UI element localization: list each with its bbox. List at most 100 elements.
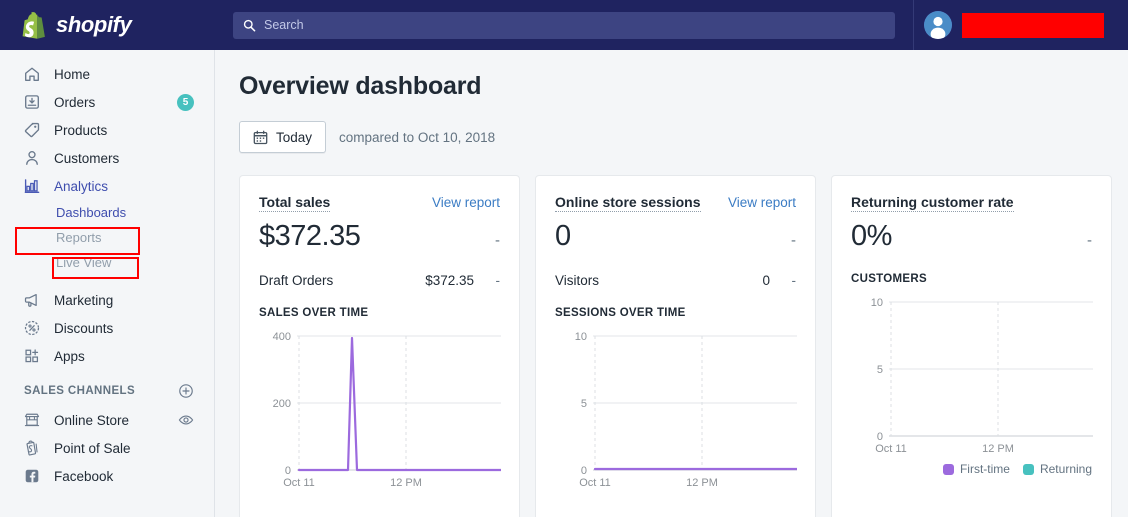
sales-channels-header: SALES CHANNELS [0, 376, 214, 406]
sidebar-item-products[interactable]: Products [0, 116, 214, 144]
store-name-redacted [962, 12, 1104, 38]
search-input[interactable]: Search [233, 11, 895, 39]
card-title: Returning customer rate [851, 194, 1014, 212]
legend-item-first-time: First-time [942, 462, 1010, 476]
sidebar-item-customers[interactable]: Customers [0, 144, 214, 172]
sidebar-item-orders[interactable]: Orders 5 [0, 88, 214, 116]
sidebar-item-label: Point of Sale [54, 440, 131, 456]
sidebar-item-home[interactable]: Home [0, 60, 214, 88]
sidebar-item-label: Facebook [54, 468, 114, 484]
shopping-bag-icon [22, 11, 47, 39]
secondary-metric-value: 0 [762, 273, 770, 288]
legend-swatch-returning [1022, 463, 1034, 475]
sales-over-time-chart: 400 200 0 Oct 11 12 PM [259, 325, 501, 490]
view-report-link[interactable]: View report [728, 195, 796, 210]
customer-person-icon [22, 149, 41, 168]
primary-metric-delta: - [495, 232, 500, 249]
primary-metric-row: 0 - [555, 220, 796, 253]
sidebar-item-facebook[interactable]: Facebook [0, 462, 214, 490]
secondary-metric-row: Visitors 0 - [555, 273, 796, 288]
secondary-metric-value: $372.35 [425, 273, 474, 288]
svg-text:400: 400 [273, 331, 291, 343]
search-icon [243, 19, 256, 32]
sidebar-subitem-live-view[interactable]: Live View [0, 250, 214, 275]
search-area: Search [215, 11, 913, 39]
sidebar-item-label: Home [54, 66, 91, 82]
card-online-store-sessions: Online store sessions View report 0 - Vi… [535, 175, 816, 517]
legend-item-returning: Returning [1022, 462, 1092, 476]
account-area[interactable] [913, 0, 1128, 50]
svg-text:5: 5 [581, 398, 587, 410]
svg-text:200: 200 [273, 398, 291, 410]
customers-over-time-chart: 10 5 0 Oct 11 12 PM [851, 291, 1093, 456]
primary-metric-row: $372.35 - [259, 220, 500, 253]
primary-metric-delta: - [1087, 232, 1092, 249]
svg-text:Oct 11: Oct 11 [875, 443, 907, 455]
card-header: Returning customer rate [851, 194, 1092, 212]
date-range-button[interactable]: Today [239, 121, 327, 153]
sidebar-item-apps[interactable]: Apps [0, 342, 214, 370]
primary-metric-row: 0% - [851, 220, 1092, 253]
sidebar-subitem-dashboards[interactable]: Dashboards [0, 200, 214, 225]
sidebar-item-marketing[interactable]: Marketing [0, 286, 214, 314]
secondary-metric-name: Visitors [555, 273, 600, 288]
sidebar-subitem-reports[interactable]: Reports [0, 225, 214, 250]
shopify-logo[interactable]: shopify [0, 0, 215, 50]
product-tag-icon [22, 121, 41, 140]
card-header: Online store sessions View report [555, 194, 796, 212]
chart-label: SALES OVER TIME [259, 307, 369, 319]
svg-text:0: 0 [581, 465, 587, 477]
sidebar-item-label: Marketing [54, 292, 114, 308]
chart-label: SESSIONS OVER TIME [555, 307, 686, 319]
svg-text:5: 5 [877, 364, 883, 376]
svg-text:12 PM: 12 PM [982, 443, 1014, 455]
pos-shopify-bag-icon [22, 439, 41, 458]
svg-text:12 PM: 12 PM [390, 477, 422, 489]
home-icon [22, 65, 41, 84]
search-placeholder: Search [264, 18, 304, 32]
view-report-link[interactable]: View report [432, 195, 500, 210]
marketing-megaphone-icon [22, 291, 41, 310]
plus-circle-icon[interactable] [178, 383, 194, 399]
logo-wordmark: shopify [56, 12, 132, 37]
sidebar: Home Orders 5 Products Customers Analyti… [0, 50, 215, 517]
secondary-metric-delta: - [791, 273, 797, 288]
sidebar-item-discounts[interactable]: Discounts [0, 314, 214, 342]
sidebar-item-label: Analytics [54, 178, 109, 194]
sessions-over-time-chart: 10 5 0 Oct 11 12 PM [555, 325, 797, 490]
card-title: Total sales [259, 194, 331, 212]
legend-label: Returning [1039, 462, 1092, 476]
discount-percent-icon [22, 319, 41, 338]
facebook-icon [22, 467, 41, 486]
svg-text:Oct 11: Oct 11 [283, 477, 315, 489]
apps-grid-plus-icon [22, 347, 41, 366]
chart-label: CUSTOMERS [851, 273, 927, 285]
storefront-icon [22, 411, 41, 430]
sidebar-item-label: Customers [54, 150, 120, 166]
svg-text:10: 10 [575, 331, 587, 343]
sidebar-item-label: Products [54, 122, 108, 138]
metric-cards: Total sales View report $372.35 - Draft … [239, 175, 1112, 517]
sidebar-item-label: Orders [54, 94, 96, 110]
chart-legend: First-time Returning [851, 462, 1092, 476]
orders-badge: 5 [177, 93, 194, 111]
page-title: Overview dashboard [239, 72, 482, 100]
svg-text:10: 10 [871, 297, 883, 309]
secondary-metric-name: Draft Orders [259, 273, 334, 288]
legend-label: First-time [959, 462, 1010, 476]
avatar[interactable] [924, 11, 952, 39]
primary-metric-value: $372.35 [259, 220, 361, 252]
primary-metric-value: 0 [555, 220, 571, 252]
svg-text:0: 0 [285, 465, 291, 477]
secondary-metric-row: Draft Orders $372.35 - [259, 273, 500, 288]
main-content: Overview dashboard Today compared to Oct… [215, 50, 1128, 517]
top-bar: shopify Search [0, 0, 1128, 50]
sidebar-subitem-label: Live View [56, 255, 112, 270]
svg-text:0: 0 [877, 431, 883, 443]
card-title: Online store sessions [555, 194, 701, 212]
eye-icon[interactable] [178, 412, 194, 428]
sidebar-item-online-store[interactable]: Online Store [0, 406, 214, 434]
sidebar-item-analytics[interactable]: Analytics [0, 172, 214, 200]
sidebar-item-point-of-sale[interactable]: Point of Sale [0, 434, 214, 462]
